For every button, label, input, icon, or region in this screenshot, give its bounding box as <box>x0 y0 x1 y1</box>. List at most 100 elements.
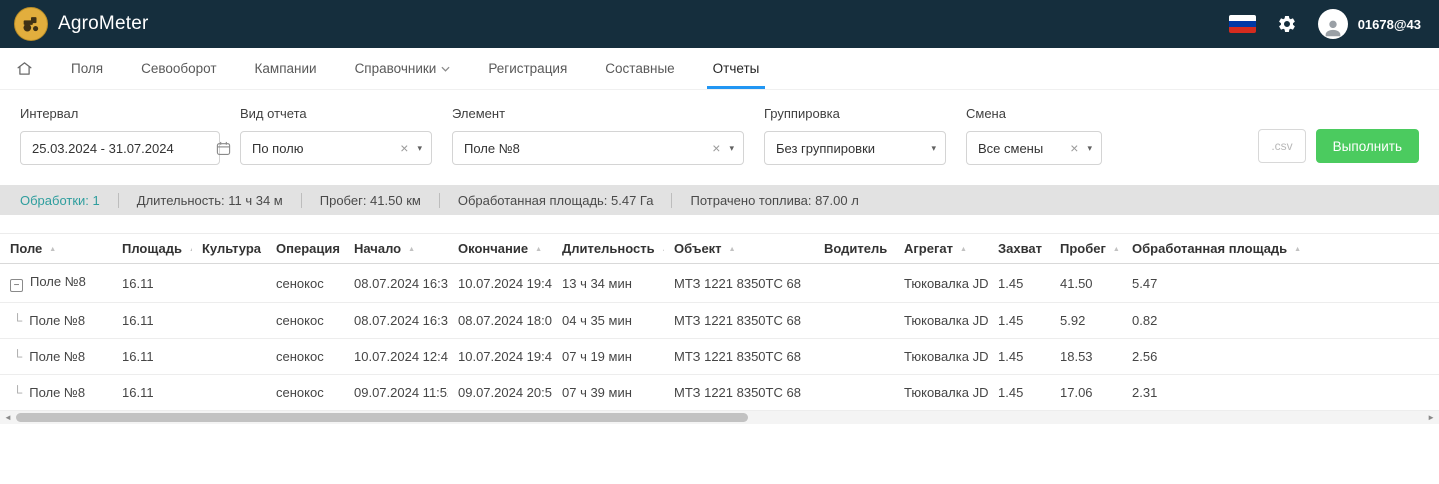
shift-label: Смена <box>966 106 1102 121</box>
language-flag-icon[interactable] <box>1229 15 1256 33</box>
field-name: Поле №8 <box>29 349 85 364</box>
column-header[interactable]: Захват▲ <box>988 234 1050 264</box>
table-cell: 08.07.2024 16:33:01 <box>344 303 448 339</box>
clear-icon[interactable]: × <box>1070 141 1078 155</box>
user-menu[interactable]: 01678@43 <box>1318 9 1421 39</box>
column-header[interactable]: Площадь▲ <box>112 234 192 264</box>
summary-item-duration: Длительность: 11 ч 34 м <box>119 193 301 208</box>
summary-item-area: Обработанная площадь: 5.47 Га <box>440 193 672 208</box>
scroll-left-arrow[interactable]: ◄ <box>0 411 16 424</box>
report-type-select[interactable]: По полю × ▾ <box>240 131 432 165</box>
column-label: Длительность <box>562 241 655 256</box>
sort-caret-icon: ▲ <box>1113 246 1120 253</box>
table-header-row: Поле▲Площадь▲Культура▲Операция▲Начало▲Ок… <box>0 234 1439 264</box>
interval-value[interactable] <box>32 141 208 156</box>
column-header[interactable]: Поле▲ <box>0 234 112 264</box>
element-select[interactable]: Поле №8 × ▾ <box>452 131 744 165</box>
collapse-icon[interactable]: − <box>10 279 23 292</box>
table-cell: 2.31 <box>1122 375 1439 411</box>
filter-grouping: Группировка Без группировки ▾ <box>764 106 946 165</box>
settings-gear-icon[interactable] <box>1276 13 1298 35</box>
table-cell: 07 ч 39 мин <box>552 375 664 411</box>
csv-button[interactable]: .csv <box>1258 129 1305 163</box>
home-icon[interactable] <box>16 48 33 89</box>
calendar-icon[interactable] <box>216 141 231 156</box>
table-cell <box>814 375 894 411</box>
table-row[interactable]: └Поле №816.11сенокос08.07.2024 16:33:010… <box>0 303 1439 339</box>
shift-value: Все смены <box>978 141 1062 156</box>
table-cell: Тюковалка JD <box>894 375 988 411</box>
column-header[interactable]: Начало▲ <box>344 234 448 264</box>
field-cell: └Поле №8 <box>0 375 112 411</box>
column-header[interactable]: Объект▲ <box>664 234 814 264</box>
report-type-label: Вид отчета <box>240 106 432 121</box>
table-cell: 16.11 <box>112 339 192 375</box>
scrollbar-thumb[interactable] <box>16 413 748 422</box>
chevron-down-icon[interactable]: ▾ <box>931 144 936 153</box>
table-cell: сенокос <box>266 264 344 303</box>
column-label: Поле <box>10 241 42 256</box>
table-cell: МТЗ 1221 8350ТС 68 <box>664 375 814 411</box>
table-cell: МТЗ 1221 8350ТС 68 <box>664 339 814 375</box>
table-cell: 08.07.2024 18:09:59 <box>448 303 552 339</box>
chevron-down-icon[interactable]: ▾ <box>729 144 734 153</box>
column-header[interactable]: Водитель▲ <box>814 234 894 264</box>
sort-caret-icon: ▲ <box>1049 246 1050 253</box>
table-cell: 17.06 <box>1050 375 1122 411</box>
scroll-right-arrow[interactable]: ► <box>1423 411 1439 424</box>
scrollbar-track[interactable] <box>16 411 1423 424</box>
chevron-down-icon[interactable]: ▾ <box>1087 144 1092 153</box>
column-header[interactable]: Пробег▲ <box>1050 234 1122 264</box>
summary-item-treatments: Обработки: 1 <box>20 193 118 208</box>
nav-item-composite[interactable]: Составные <box>605 48 674 89</box>
nav-item-reports[interactable]: Отчеты <box>713 48 760 89</box>
column-header[interactable]: Длительность▲ <box>552 234 664 264</box>
table-cell <box>192 264 266 303</box>
column-header[interactable]: Окончание▲ <box>448 234 552 264</box>
nav-item-campaigns[interactable]: Кампании <box>255 48 317 89</box>
nav-item-crop-rotation[interactable]: Севооборот <box>141 48 216 89</box>
shift-select[interactable]: Все смены × ▾ <box>966 131 1102 165</box>
chevron-down-icon[interactable]: ▾ <box>417 144 422 153</box>
element-label: Элемент <box>452 106 744 121</box>
table-cell <box>814 303 894 339</box>
table-cell: Тюковалка JD <box>894 339 988 375</box>
username: 01678@43 <box>1358 17 1421 32</box>
run-button[interactable]: Выполнить <box>1316 129 1419 163</box>
grouping-select[interactable]: Без группировки ▾ <box>764 131 946 165</box>
element-value: Поле №8 <box>464 141 704 156</box>
table-row[interactable]: −Поле №8 16.11 сенокос08.07.2024 16:33:011… <box>0 264 1439 303</box>
horizontal-scrollbar[interactable]: ◄ ► <box>0 411 1439 424</box>
table-cell: 16.11 <box>112 264 192 303</box>
clear-icon[interactable]: × <box>400 141 408 155</box>
table-row[interactable]: └Поле №816.11сенокос09.07.2024 11:52:040… <box>0 375 1439 411</box>
main-nav: Поля Севооборот Кампании Справочники Рег… <box>0 48 1439 90</box>
interval-input[interactable] <box>20 131 220 165</box>
nav-item-directories[interactable]: Справочники <box>355 48 451 89</box>
table-cell: 10.07.2024 19:45:18 <box>448 264 552 303</box>
column-header[interactable]: Обработанная площадь▲ <box>1122 234 1439 264</box>
nav-item-registration[interactable]: Регистрация <box>488 48 567 89</box>
column-header[interactable]: Агрегат▲ <box>894 234 988 264</box>
filter-actions: .csv Выполнить <box>1258 129 1419 163</box>
table-cell: 08.07.2024 16:33:01 <box>344 264 448 303</box>
table-cell <box>814 339 894 375</box>
table-cell <box>814 264 894 303</box>
field-name: Поле №8 <box>30 274 86 289</box>
grouping-label: Группировка <box>764 106 946 121</box>
summary-bar: Обработки: 1 Длительность: 11 ч 34 м Про… <box>0 185 1439 215</box>
column-header[interactable]: Операция▲ <box>266 234 344 264</box>
topbar: AgroMeter 01678@43 <box>0 0 1439 48</box>
column-header[interactable]: Культура▲ <box>192 234 266 264</box>
nav-item-fields[interactable]: Поля <box>71 48 103 89</box>
table-row[interactable]: └Поле №816.11сенокос10.07.2024 12:48:341… <box>0 339 1439 375</box>
clear-icon[interactable]: × <box>712 141 720 155</box>
table-cell: сенокос <box>266 375 344 411</box>
nav-item-label: Справочники <box>355 61 437 76</box>
column-label: Объект <box>674 241 722 256</box>
interval-label: Интервал <box>20 106 220 121</box>
filter-element: Элемент Поле №8 × ▾ <box>452 106 744 165</box>
table-cell: Тюковалка JD <box>894 264 988 303</box>
app-logo-icon[interactable] <box>14 7 48 41</box>
table-cell: 1.45 <box>988 375 1050 411</box>
